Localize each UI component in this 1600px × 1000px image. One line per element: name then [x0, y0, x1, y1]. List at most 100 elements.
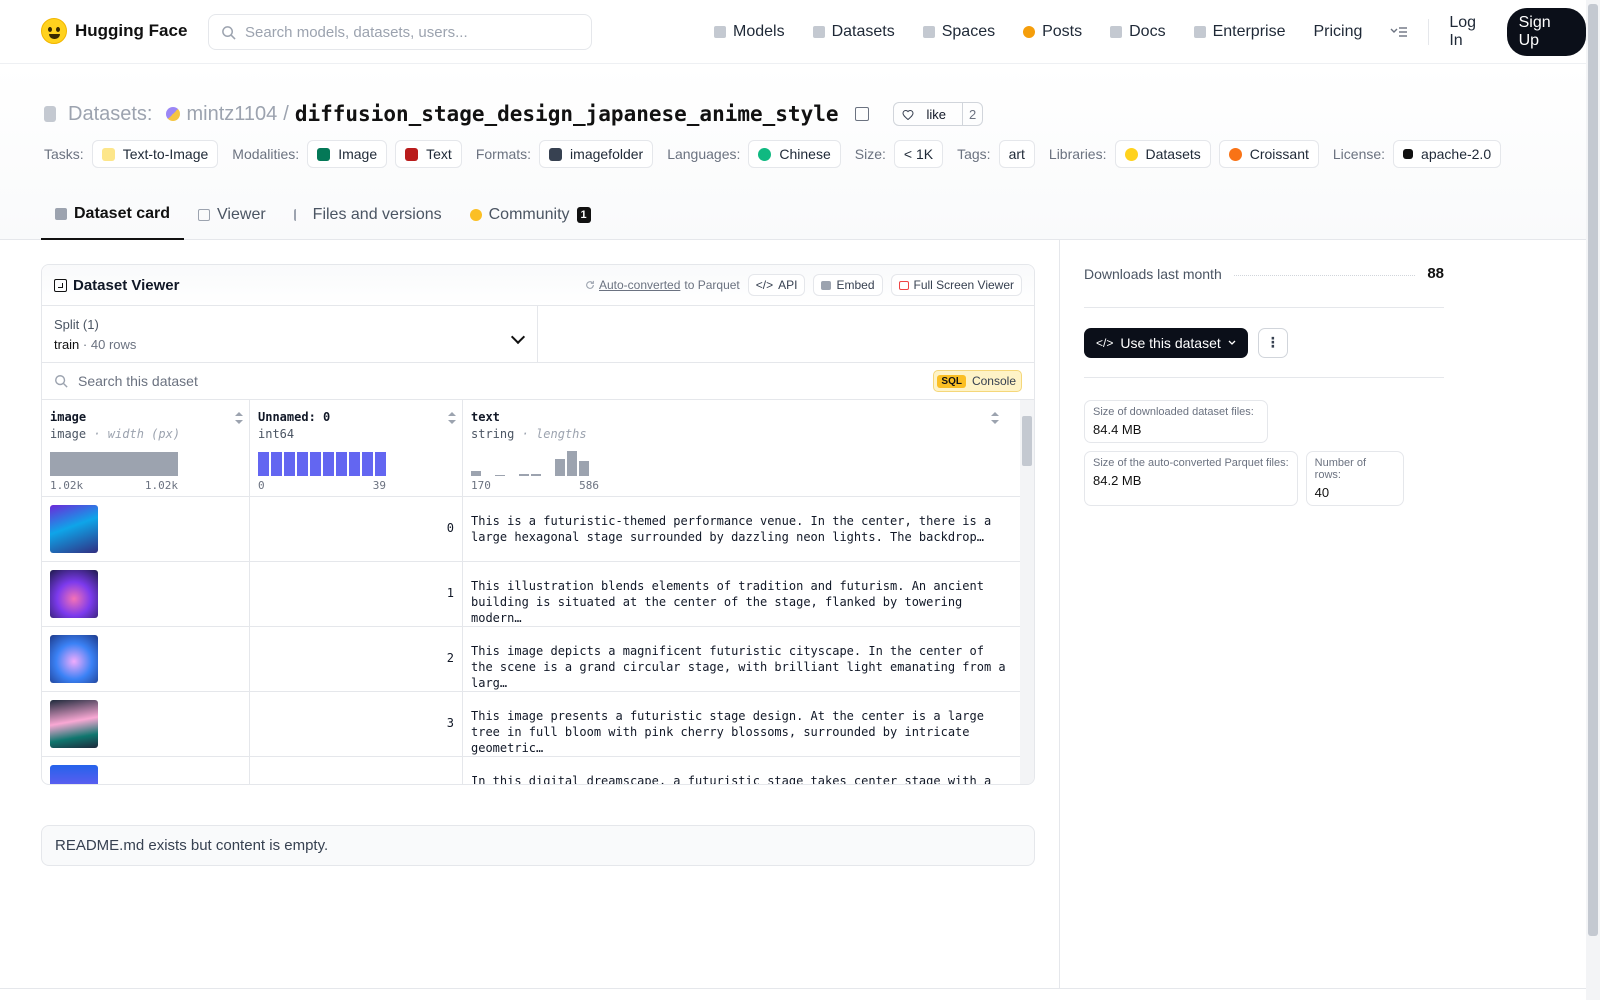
tab-viewer[interactable]: Viewer: [184, 190, 280, 240]
tab-label: Dataset card: [74, 205, 171, 222]
more-options-button[interactable]: ⋮: [1257, 327, 1288, 358]
text-to-image-icon: [101, 147, 115, 161]
fullscreen-button[interactable]: Full Screen Viewer: [890, 274, 1022, 296]
global-search-input[interactable]: [245, 23, 575, 41]
tab-community[interactable]: Community 1: [456, 190, 605, 240]
vertical-dots-icon: ⋮: [1265, 334, 1280, 350]
tag-license[interactable]: apache-2.0: [1393, 140, 1502, 168]
table-row[interactable]: 0 This is a futuristic-themed performanc…: [42, 497, 1034, 562]
more-menu-button[interactable]: [1376, 0, 1422, 64]
table-row[interactable]: 1 This illustration blends elements of t…: [42, 562, 1034, 627]
nav-pricing[interactable]: Pricing: [1299, 0, 1376, 64]
split-selector[interactable]: Split (1) train · 40 rows: [42, 306, 538, 362]
histogram-bar[interactable]: [567, 451, 577, 476]
column-header-unnamed[interactable]: Unnamed: 0 int64 0 39: [250, 400, 463, 496]
column-header-image[interactable]: image image · width (px) 1.02k 1.02k: [42, 400, 250, 496]
histogram-bar[interactable]: [531, 474, 541, 476]
table-header-row: image image · width (px) 1.02k 1.02k Unna…: [42, 400, 1034, 497]
tag-art[interactable]: art: [998, 140, 1035, 168]
like-button[interactable]: like 2: [892, 102, 984, 126]
nav-enterprise[interactable]: Enterprise: [1180, 0, 1300, 64]
range-max: 1.02k: [144, 479, 178, 492]
tag-modality-text[interactable]: Text: [395, 140, 462, 168]
embed-button[interactable]: Embed: [813, 274, 883, 296]
cell-image[interactable]: [42, 692, 250, 756]
cell-text[interactable]: In this digital dreamscape, a futuristic…: [463, 757, 1019, 784]
table-row[interactable]: 3 This image presents a futuristic stage…: [42, 692, 1034, 757]
dataset-search[interactable]: SQL Console: [42, 363, 1034, 400]
histogram-bar[interactable]: [284, 452, 295, 476]
stage-thumbnail-image[interactable]: [50, 505, 98, 553]
api-button[interactable]: </> API: [747, 274, 806, 296]
tab-dataset-card[interactable]: Dataset card: [41, 190, 185, 240]
tag-language[interactable]: Chinese: [748, 140, 841, 168]
cell-text[interactable]: This illustration blends elements of tra…: [463, 562, 1019, 626]
stage-thumbnail-image[interactable]: [50, 570, 98, 618]
login-link[interactable]: Log In: [1435, 0, 1506, 64]
nav-datasets[interactable]: Datasets: [799, 0, 909, 64]
histogram-bar[interactable]: [336, 452, 347, 476]
nav-posts[interactable]: Posts: [1009, 0, 1096, 64]
table-scrollbar[interactable]: [1020, 400, 1034, 784]
page-scrollbar-thumb[interactable]: [1588, 4, 1598, 936]
cell-image[interactable]: [42, 757, 250, 784]
cell-image[interactable]: [42, 562, 250, 626]
sort-icon[interactable]: [448, 412, 456, 424]
dataset-icon: [44, 106, 56, 122]
cell-text[interactable]: This image presents a futuristic stage d…: [463, 692, 1019, 756]
tag-size[interactable]: < 1K: [893, 140, 944, 168]
tag-modality-image[interactable]: Image: [307, 140, 388, 168]
cell-text[interactable]: This image depicts a magnificent futuris…: [463, 627, 1019, 691]
column-header-text[interactable]: text string · lengths 170 586: [463, 400, 1019, 496]
histogram-bar[interactable]: [271, 452, 282, 476]
cell-image[interactable]: [42, 627, 250, 691]
section-label[interactable]: Datasets:: [68, 103, 152, 126]
tag-text: apache-2.0: [1421, 146, 1492, 162]
scrollbar-thumb[interactable]: [1022, 416, 1032, 466]
tag-task[interactable]: Text-to-Image: [91, 140, 219, 168]
histogram-bar[interactable]: [471, 471, 481, 476]
owner-link[interactable]: mintz1104: [186, 103, 277, 126]
histogram-bar[interactable]: [50, 452, 178, 476]
tag-library-datasets[interactable]: Datasets: [1114, 140, 1211, 168]
histogram-bar[interactable]: [555, 459, 565, 476]
stage-thumbnail-image[interactable]: [50, 765, 98, 784]
table-row[interactable]: 2 This image depicts a magnificent futur…: [42, 627, 1034, 692]
histogram-bar[interactable]: [375, 452, 386, 476]
histogram-bar[interactable]: [495, 475, 505, 476]
histogram-bar[interactable]: [579, 461, 589, 476]
sort-icon[interactable]: [991, 412, 999, 424]
image-icon: [317, 147, 331, 161]
dataset-search-input[interactable]: [78, 373, 878, 389]
histogram-bar[interactable]: [310, 452, 321, 476]
auto-converted-link[interactable]: Auto-converted: [599, 278, 680, 292]
brand-link[interactable]: Hugging Face: [41, 18, 187, 44]
stage-thumbnail-image[interactable]: [50, 635, 98, 683]
nav-docs[interactable]: Docs: [1096, 0, 1179, 64]
nav-label: Spaces: [941, 23, 996, 40]
copy-icon[interactable]: [854, 107, 869, 121]
cell-image[interactable]: [42, 497, 250, 561]
repo-name[interactable]: diffusion_stage_design_japanese_anime_st…: [295, 102, 839, 126]
table-row[interactable]: In this digital dreamscape, a futuristic…: [42, 757, 1034, 784]
histogram-bar[interactable]: [519, 474, 529, 476]
tag-library-croissant[interactable]: Croissant: [1218, 140, 1319, 168]
histogram-bar[interactable]: [323, 452, 334, 476]
nav-models[interactable]: Models: [700, 0, 799, 64]
sql-console-button[interactable]: SQL Console: [933, 370, 1022, 392]
nav-spaces[interactable]: Spaces: [909, 0, 1009, 64]
histogram-bar[interactable]: [349, 452, 360, 476]
column-note: · width (px): [93, 427, 181, 441]
histogram-bar[interactable]: [258, 452, 269, 476]
tab-files[interactable]: Files and versions: [280, 190, 456, 240]
signup-button[interactable]: Sign Up: [1506, 8, 1586, 56]
tag-format[interactable]: imagefolder: [539, 140, 654, 168]
histogram-bar[interactable]: [362, 452, 373, 476]
page-scrollbar[interactable]: [1586, 0, 1600, 1000]
use-dataset-button[interactable]: </> Use this dataset: [1084, 327, 1248, 358]
histogram-bar[interactable]: [297, 452, 308, 476]
cell-text[interactable]: This is a futuristic-themed performance …: [463, 497, 1019, 561]
sort-icon[interactable]: [235, 412, 243, 424]
global-search[interactable]: [208, 14, 592, 50]
stage-thumbnail-image[interactable]: [50, 700, 98, 748]
